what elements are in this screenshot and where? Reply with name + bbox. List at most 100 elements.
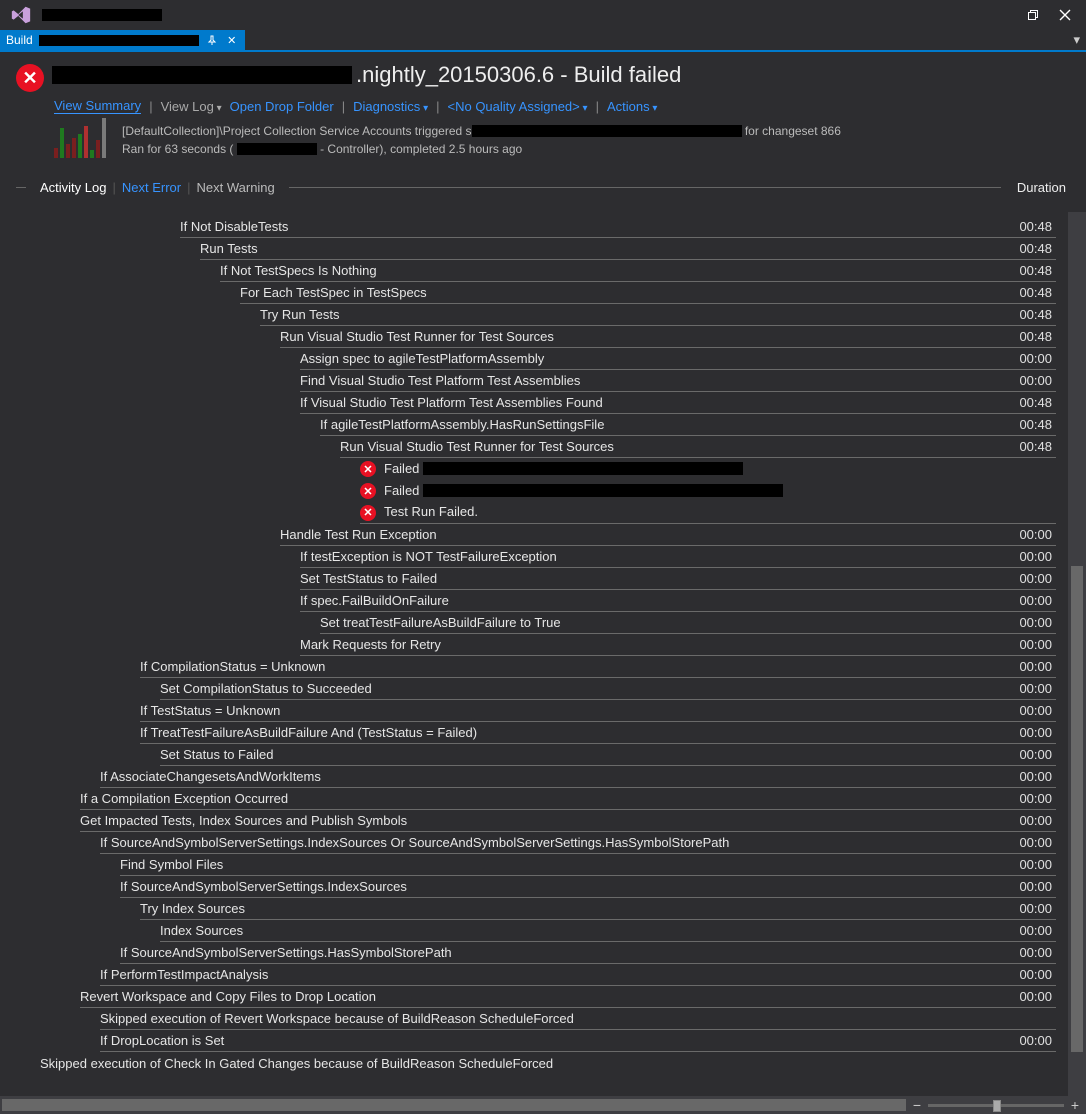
log-row[interactable]: Skipped execution of Check In Gated Chan… (40, 1052, 1056, 1074)
log-row-label: If SourceAndSymbolServerSettings.IndexSo… (100, 835, 1008, 850)
log-row-duration: 00:00 (1008, 901, 1056, 916)
zoom-in-button[interactable]: + (1068, 1097, 1082, 1113)
log-row-duration: 00:48 (1008, 241, 1056, 256)
log-row[interactable]: Find Visual Studio Test Platform Test As… (300, 370, 1056, 392)
build-title-suffix: .nightly_20150306.6 - Build failed (356, 62, 681, 88)
log-row[interactable]: If SourceAndSymbolServerSettings.IndexSo… (100, 832, 1056, 854)
log-row[interactable]: Skipped execution of Revert Workspace be… (100, 1008, 1056, 1030)
log-row[interactable]: Run Visual Studio Test Runner for Test S… (340, 436, 1056, 458)
close-tab-button[interactable]: ✕ (225, 33, 239, 47)
restore-window-button[interactable] (1024, 6, 1042, 24)
log-row[interactable]: If agileTestPlatformAssembly.HasRunSetti… (320, 414, 1056, 436)
log-row[interactable]: Set Status to Failed00:00 (160, 744, 1056, 766)
log-row[interactable]: If DropLocation is Set00:00 (100, 1030, 1056, 1052)
log-row-label: ✕Failed (360, 461, 1008, 478)
log-row[interactable]: For Each TestSpec in TestSpecs00:48 (240, 282, 1056, 304)
log-row[interactable]: Index Sources00:00 (160, 920, 1056, 942)
separator: | (596, 99, 599, 114)
log-row[interactable]: If SourceAndSymbolServerSettings.HasSymb… (120, 942, 1056, 964)
activity-log-tab[interactable]: Activity Log (34, 180, 112, 195)
build-failed-icon: ✕ (16, 64, 44, 92)
log-row-label: Run Tests (200, 241, 1008, 256)
quality-dropdown[interactable]: <No Quality Assigned> (448, 99, 588, 114)
log-row[interactable]: Try Index Sources00:00 (140, 898, 1056, 920)
redacted-tab-label (39, 35, 199, 46)
vs-logo-icon (10, 4, 32, 26)
log-row[interactable]: ✕Failed (360, 458, 1056, 480)
log-row-duration: 00:48 (1008, 219, 1056, 234)
log-row-duration: 00:00 (1008, 571, 1056, 586)
zoom-slider-knob[interactable] (993, 1100, 1001, 1112)
log-row[interactable]: If TestStatus = Unknown00:00 (140, 700, 1056, 722)
log-row[interactable]: Run Visual Studio Test Runner for Test S… (280, 326, 1056, 348)
log-row[interactable]: Revert Workspace and Copy Files to Drop … (80, 986, 1056, 1008)
log-row[interactable]: Handle Test Run Exception00:00 (280, 524, 1056, 546)
log-row[interactable]: If TreatTestFailureAsBuildFailure And (T… (140, 722, 1056, 744)
log-row-duration: 00:00 (1008, 945, 1056, 960)
log-row[interactable]: If testException is NOT TestFailureExcep… (300, 546, 1056, 568)
window-title (38, 8, 1016, 22)
log-row-duration: 00:00 (1008, 681, 1056, 696)
log-row[interactable]: Set CompilationStatus to Succeeded00:00 (160, 678, 1056, 700)
view-log-link[interactable]: View Log (161, 99, 222, 114)
log-row[interactable]: ✕Test Run Failed. (360, 502, 1056, 524)
view-summary-link[interactable]: View Summary (54, 98, 141, 114)
log-row[interactable]: If Not TestSpecs Is Nothing00:48 (220, 260, 1056, 282)
log-row-duration: 00:00 (1008, 615, 1056, 630)
scrollbar-thumb[interactable] (1071, 566, 1083, 1052)
log-row-duration: 00:48 (1008, 329, 1056, 344)
log-row-duration: 00:48 (1008, 439, 1056, 454)
log-row[interactable]: Set treatTestFailureAsBuildFailure to Tr… (320, 612, 1056, 634)
log-row[interactable]: Mark Requests for Retry00:00 (300, 634, 1056, 656)
log-row-label: If PerformTestImpactAnalysis (100, 967, 1008, 982)
log-row-label: Set Status to Failed (160, 747, 1008, 762)
log-row-label: Run Visual Studio Test Runner for Test S… (280, 329, 1008, 344)
log-row[interactable]: Try Run Tests00:48 (260, 304, 1056, 326)
log-row-label: If agileTestPlatformAssembly.HasRunSetti… (320, 417, 1008, 432)
log-row[interactable]: If PerformTestImpactAnalysis00:00 (100, 964, 1056, 986)
log-row[interactable]: Run Tests00:48 (200, 238, 1056, 260)
redacted-controller (237, 143, 317, 155)
log-row[interactable]: If Visual Studio Test Platform Test Asse… (300, 392, 1056, 414)
log-row-duration: 00:00 (1008, 835, 1056, 850)
log-row[interactable]: If CompilationStatus = Unknown00:00 (140, 656, 1056, 678)
log-row-duration: 00:00 (1008, 637, 1056, 652)
document-tab[interactable]: Build ✕ (0, 30, 245, 50)
log-row[interactable]: If a Compilation Exception Occurred00:00 (80, 788, 1056, 810)
log-row[interactable]: If spec.FailBuildOnFailure00:00 (300, 590, 1056, 612)
log-row[interactable]: Assign spec to agileTestPlatformAssembly… (300, 348, 1056, 370)
close-window-button[interactable] (1056, 6, 1074, 24)
open-drop-folder-link[interactable]: Open Drop Folder (230, 99, 334, 114)
log-row[interactable]: Set TestStatus to Failed00:00 (300, 568, 1056, 590)
actions-dropdown[interactable]: Actions (607, 99, 657, 114)
log-row-label: If Not DisableTests (180, 219, 1008, 234)
separator: | (342, 99, 345, 114)
log-row-label: Assign spec to agileTestPlatformAssembly (300, 351, 1008, 366)
log-row[interactable]: Get Impacted Tests, Index Sources and Pu… (80, 810, 1056, 832)
log-row[interactable]: Find Symbol Files00:00 (120, 854, 1056, 876)
action-links: View Summary | View Log Open Drop Folder… (0, 96, 1086, 120)
diagnostics-dropdown[interactable]: Diagnostics (353, 99, 428, 114)
log-row[interactable]: If AssociateChangesetsAndWorkItems00:00 (100, 766, 1056, 788)
error-icon: ✕ (360, 505, 376, 521)
zoom-slider[interactable] (928, 1104, 1064, 1107)
log-row-duration: 00:00 (1008, 791, 1056, 806)
activity-log[interactable]: If Not DisableTests00:48Run Tests00:48If… (0, 212, 1068, 1096)
tab-well-dropdown[interactable]: ▾ (1067, 30, 1086, 50)
activity-log-header: Activity Log | Next Error | Next Warning… (0, 166, 1086, 197)
log-row[interactable]: If SourceAndSymbolServerSettings.IndexSo… (120, 876, 1056, 898)
titlebar (0, 0, 1086, 30)
build-history-chart-icon[interactable] (54, 122, 112, 158)
zoom-out-button[interactable]: − (910, 1097, 924, 1113)
pin-tab-button[interactable] (205, 33, 219, 47)
redacted-build-name (52, 66, 352, 84)
vertical-scrollbar[interactable] (1068, 212, 1086, 1096)
log-row-label: Find Visual Studio Test Platform Test As… (300, 373, 1008, 388)
log-row[interactable]: If Not DisableTests00:48 (180, 216, 1056, 238)
log-row[interactable]: ✕Failed (360, 480, 1056, 502)
log-row-duration: 00:00 (1008, 703, 1056, 718)
next-warning-button[interactable]: Next Warning (191, 180, 281, 195)
build-header: ✕ .nightly_20150306.6 - Build failed (0, 52, 1086, 96)
next-error-button[interactable]: Next Error (116, 180, 187, 195)
log-row-label: Try Run Tests (260, 307, 1008, 322)
